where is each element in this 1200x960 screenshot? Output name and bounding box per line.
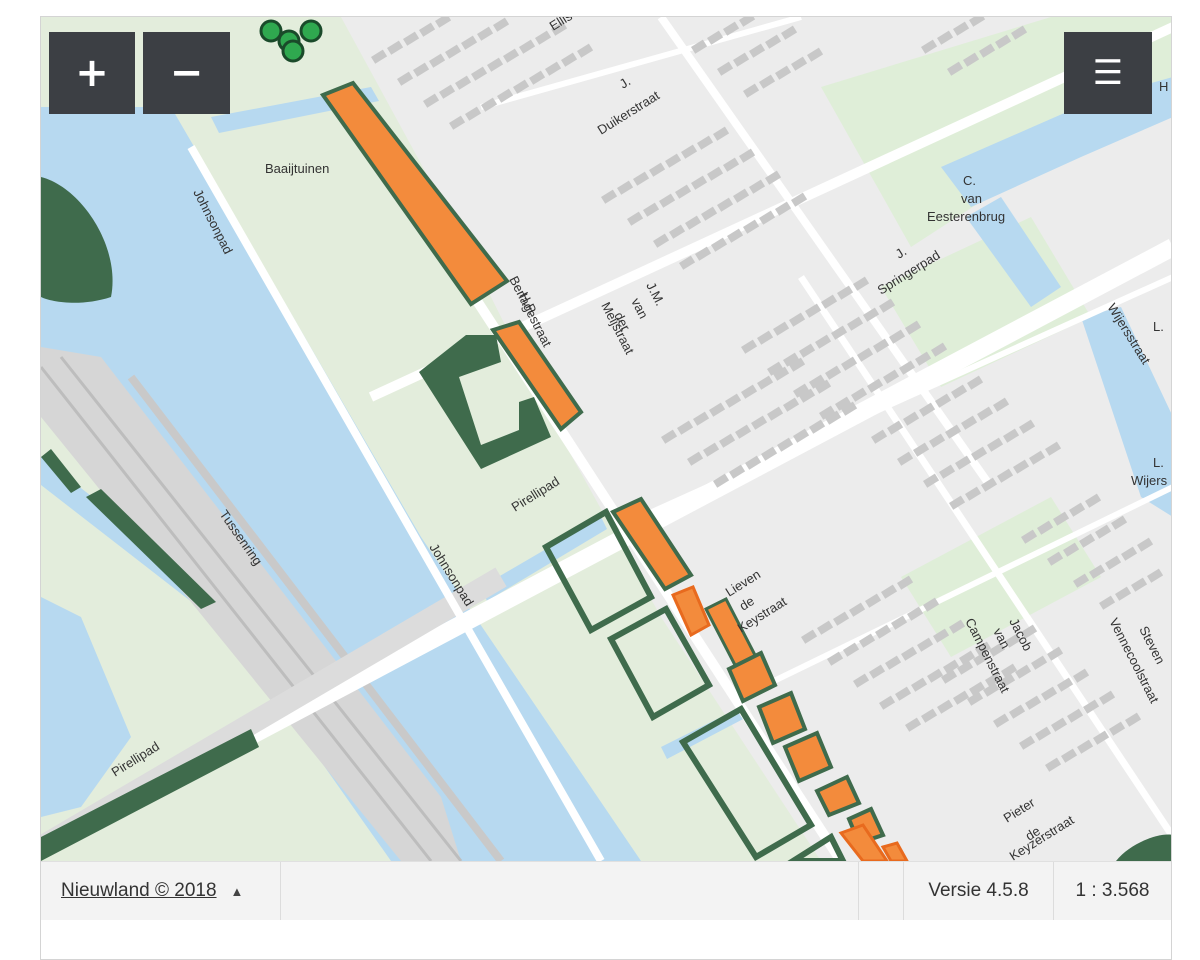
label-eesterenbrug: Eesterenbrug [927, 209, 1005, 224]
zoom-out-button[interactable]: − [143, 32, 230, 114]
label-l2: L. [1153, 455, 1164, 470]
version-label: Versie 4.5.8 [903, 862, 1053, 920]
label-van: van [961, 191, 982, 206]
status-spacer [858, 862, 903, 920]
map-status-bar: Nieuwland © 2018 ▲ Versie 4.5.8 1 : 3.56… [41, 861, 1171, 920]
label-h: H [1159, 79, 1168, 94]
tree-marker [299, 19, 323, 43]
caret-up-icon[interactable]: ▲ [231, 884, 244, 899]
label-pirellipad: Pirellipad [509, 473, 562, 514]
scale-label: 1 : 3.568 [1053, 862, 1171, 920]
label-wijers: Wijers [1131, 473, 1168, 488]
tree-marker [281, 39, 305, 63]
small-water [41, 597, 131, 817]
label-baaijtuinen: Baaijtuinen [265, 161, 329, 176]
map-viewer: Baaijtuinen Johnsonpad Johnsonpad Tussen… [40, 16, 1172, 960]
menu-icon[interactable]: ☰ [1064, 32, 1152, 114]
label-l: L. [1153, 319, 1164, 334]
credit-link[interactable]: Nieuwland © 2018 [61, 880, 217, 902]
zoom-in-button[interactable]: + [49, 32, 135, 114]
map-svg: Baaijtuinen Johnsonpad Johnsonpad Tussen… [41, 17, 1171, 861]
map-canvas[interactable]: Baaijtuinen Johnsonpad Johnsonpad Tussen… [41, 17, 1171, 861]
label-c: C. [963, 173, 976, 188]
credit-cell: Nieuwland © 2018 ▲ [41, 862, 281, 920]
